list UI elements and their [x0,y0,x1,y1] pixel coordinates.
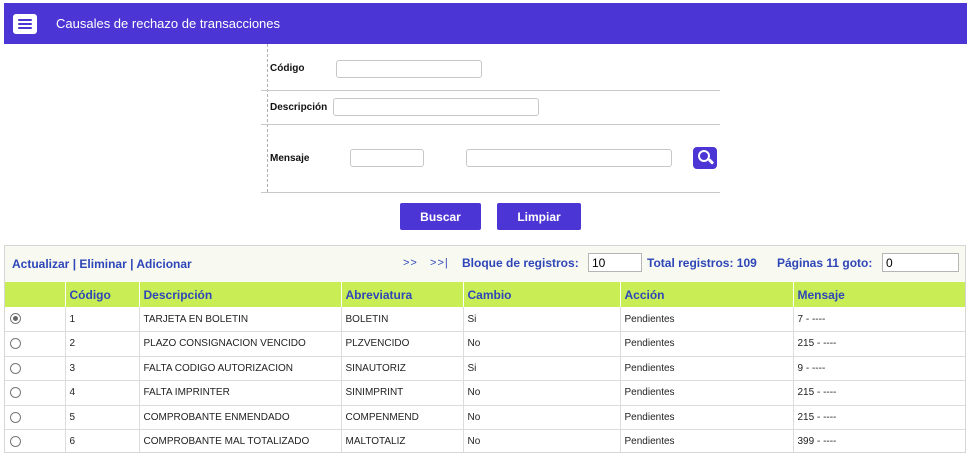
row-radio-button[interactable] [10,387,21,399]
form-separator [261,90,720,91]
descripcion-input[interactable] [333,98,539,116]
row-radio-button[interactable] [10,411,21,423]
cell-descripcion: COMPROBANTE MAL TOTALIZADO [139,429,342,452]
header-select [5,282,66,307]
paginas-label: Páginas 11 goto: [777,256,873,270]
header-accion[interactable]: Acción [620,282,794,307]
cell-codigo: 5 [65,405,140,430]
cell-codigo: 2 [65,331,140,357]
pagination-nav: >> >>| [403,257,449,269]
results-grid: Actualizar | Eliminar | Adicionar >> >>|… [4,245,966,453]
cell-codigo: 4 [65,380,140,406]
cell-mensaje: 9 - ---- [793,356,965,381]
header-descripcion[interactable]: Descripción [139,282,342,307]
search-form: Código Descripción Mensaje [261,44,720,194]
cell-mensaje: 215 - ---- [793,405,965,430]
form-separator [261,124,720,125]
row-radio-button[interactable] [10,436,21,448]
cell-abreviatura: MALTOTALIZ [341,429,464,452]
cell-accion: Pendientes [620,356,794,381]
row-radio-button[interactable] [10,362,21,374]
cell-accion: Pendientes [620,307,794,332]
cell-descripcion: TARJETA EN BOLETIN [139,307,342,332]
table-header-row: Código Descripción Abreviatura Cambio Ac… [5,282,965,307]
next-page-link[interactable]: >> [403,257,418,269]
results-table: Código Descripción Abreviatura Cambio Ac… [5,282,965,452]
cell-cambio: No [463,429,621,452]
bloque-input[interactable] [588,253,642,272]
header-codigo[interactable]: Código [65,282,140,307]
cell-abreviatura: SINIMPRINT [341,380,464,406]
cell-mensaje: 215 - ---- [793,380,965,406]
header-cambio[interactable]: Cambio [463,282,621,307]
cell-codigo: 3 [65,356,140,381]
mensaje-label: Mensaje [270,153,310,164]
buscar-button[interactable]: Buscar [400,203,481,230]
cell-cambio: No [463,405,621,430]
cell-descripcion: COMPROBANTE ENMENDADO [139,405,342,430]
form-divider [267,44,268,192]
codigo-label: Código [270,63,305,74]
cell-abreviatura: PLZVENCIDO [341,331,464,357]
table-row[interactable]: 3 FALTA CODIGO AUTORIZACION SINAUTORIZ S… [5,356,965,381]
mensaje-text-input[interactable] [466,149,672,167]
cell-mensaje: 7 - ---- [793,307,965,332]
cell-descripcion: FALTA IMPRINTER [139,380,342,406]
table-row[interactable]: 5 COMPROBANTE ENMENDADO COMPENMEND No Pe… [5,405,965,430]
cell-cambio: Si [463,307,621,332]
goto-input[interactable] [882,253,959,272]
cell-accion: Pendientes [620,380,794,406]
cell-accion: Pendientes [620,331,794,357]
adicionar-link[interactable]: Adicionar [136,257,191,271]
separator: | [72,257,77,271]
codigo-input[interactable] [336,60,482,78]
table-row[interactable]: 6 COMPROBANTE MAL TOTALIZADO MALTOTALIZ … [5,429,965,452]
header-mensaje[interactable]: Mensaje [793,282,965,307]
cell-accion: Pendientes [620,429,794,452]
form-separator [261,192,720,193]
table-row[interactable]: 1 TARJETA EN BOLETIN BOLETIN Si Pendient… [5,307,965,332]
table-row[interactable]: 4 FALTA IMPRINTER SINIMPRINT No Pendient… [5,380,965,406]
cell-accion: Pendientes [620,405,794,430]
cell-cambio: No [463,331,621,357]
cell-abreviatura: COMPENMEND [341,405,464,430]
page-title: Causales de rechazo de transacciones [56,16,281,31]
row-radio-button[interactable] [10,338,21,350]
header-abreviatura[interactable]: Abreviatura [341,282,464,307]
separator: | [130,257,134,271]
cell-descripcion: PLAZO CONSIGNACION VENCIDO [139,331,342,357]
cell-abreviatura: BOLETIN [341,307,464,332]
mensaje-code-input[interactable] [350,149,424,167]
grid-toolbar: Actualizar | Eliminar | Adicionar >> >>|… [5,246,965,282]
cell-descripcion: FALTA CODIGO AUTORIZACION [139,356,342,381]
limpiar-button[interactable]: Limpiar [497,203,581,230]
table-row[interactable]: 2 PLAZO CONSIGNACION VENCIDO PLZVENCIDO … [5,331,965,357]
descripcion-label: Descripción [270,102,328,113]
eliminar-link[interactable]: Eliminar [79,257,126,271]
cell-cambio: Si [463,356,621,381]
total-registros: Total registros: 109 [647,256,757,270]
header-bar: Causales de rechazo de transacciones [4,3,967,44]
list-window-icon [13,13,37,34]
cell-abreviatura: SINAUTORIZ [341,356,464,381]
cell-cambio: No [463,380,621,406]
last-page-link[interactable]: >>| [430,257,449,269]
row-radio-button[interactable] [10,313,21,325]
actualizar-link[interactable]: Actualizar [12,257,69,271]
cell-codigo: 1 [65,307,140,332]
cell-mensaje: 215 - ---- [793,331,965,357]
grid-actions: Actualizar | Eliminar | Adicionar [12,257,192,271]
cell-mensaje: 399 - ---- [793,429,965,452]
search-icon[interactable] [693,147,717,169]
bloque-label: Bloque de registros: [462,256,579,270]
cell-codigo: 6 [65,429,140,452]
